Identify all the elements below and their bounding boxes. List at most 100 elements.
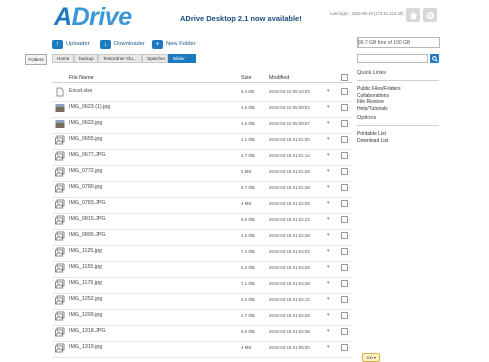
table-header: File Name Size Modified <box>52 72 352 83</box>
file-modified: 2015-03-19 01:04:12 <box>269 297 310 302</box>
sidebar: Quick Links Public Files/Folders Collabo… <box>357 70 439 144</box>
file-name[interactable]: IMG_0623.jpg <box>69 120 102 126</box>
file-name[interactable]: IMG_0772.jpg <box>69 168 102 174</box>
breadcrumb-speicher[interactable]: Speicher <box>142 54 168 63</box>
chevron-down-icon[interactable]: ▾ <box>327 296 330 302</box>
file-size: 6.6 MB <box>241 329 255 334</box>
file-size: 7.4 MB <box>241 249 255 254</box>
file-size: 5.7 MB <box>241 185 255 190</box>
file-name[interactable]: IMG_0677.JPG <box>69 152 106 158</box>
file-name[interactable]: IMG_1175.jpg <box>69 280 102 286</box>
file-name[interactable]: IMG_0890.JPG <box>69 232 106 238</box>
chevron-down-icon[interactable]: ▾ <box>327 264 330 270</box>
chevron-down-icon[interactable]: ▾ <box>327 216 330 222</box>
file-name[interactable]: IMG_1318.JPG <box>69 328 106 334</box>
file-name[interactable]: IMG_0815.JPG <box>69 216 106 222</box>
downloader-label: Downloader <box>114 41 145 47</box>
file-name[interactable]: IMG_1125.jpg <box>69 248 102 254</box>
breadcrumb-testordner[interactable]: Testordner Clo... <box>98 54 142 63</box>
new-folder-button[interactable]: + New Folder <box>152 37 196 51</box>
uploader-button[interactable]: ↑ Uploader <box>52 37 90 51</box>
option-download-list[interactable]: Download List <box>357 138 439 145</box>
row-checkbox[interactable] <box>341 232 348 239</box>
row-checkbox[interactable] <box>341 104 348 111</box>
column-file-name[interactable]: File Name <box>69 75 94 81</box>
page-size-selector[interactable]: 100 ▾ <box>362 353 380 362</box>
search-input[interactable] <box>357 54 428 63</box>
row-checkbox[interactable] <box>341 136 348 143</box>
table-row[interactable]: IMG_1319.jpg 4 MB 2015-03-19 01:05:00 ▾ <box>52 340 352 358</box>
row-checkbox[interactable] <box>341 312 348 319</box>
row-checkbox[interactable] <box>341 264 348 271</box>
file-modified: 2015-03-19 01:02:22 <box>269 217 310 222</box>
file-size: 5 MB <box>241 169 252 174</box>
gear-icon[interactable] <box>423 8 437 22</box>
chevron-down-icon[interactable]: ▾ <box>327 344 330 350</box>
chevron-down-icon[interactable]: ▾ <box>327 104 330 110</box>
row-checkbox[interactable] <box>341 280 348 287</box>
chevron-down-icon[interactable]: ▾ <box>327 312 330 318</box>
file-size: 4.6 MB <box>241 105 255 110</box>
file-name[interactable]: IMG_1252.jpg <box>69 296 102 302</box>
upload-icon: ↑ <box>52 39 63 49</box>
row-checkbox[interactable] <box>341 216 348 223</box>
breadcrumb-bilder[interactable]: Bilder <box>168 54 196 63</box>
breadcrumb-home[interactable]: Home <box>52 54 74 63</box>
chevron-down-icon[interactable]: ▾ <box>327 200 330 206</box>
chevron-down-icon[interactable]: ▾ <box>327 152 330 158</box>
file-name[interactable]: IMG_1299.jpg <box>69 312 102 318</box>
file-modified: 2015-04-10 05:09:57 <box>269 121 310 126</box>
downloader-button[interactable]: ↓ Downloader <box>100 37 145 51</box>
file-modified: 2015-03-19 01:04:38 <box>269 329 310 334</box>
row-checkbox[interactable] <box>341 184 348 191</box>
quick-links-title: Quick Links <box>357 70 439 81</box>
column-size[interactable]: Size <box>241 75 252 81</box>
last-login-text: Last login : 2015-06-10 (172.91.212.30) <box>330 11 404 16</box>
row-checkbox[interactable] <box>341 248 348 255</box>
file-name[interactable]: Excel.xlsx <box>69 88 93 94</box>
file-name[interactable]: IMG_0783.JPG <box>69 200 106 206</box>
download-icon: ↓ <box>100 39 111 49</box>
adrive-logo[interactable]: ADrive <box>54 3 132 32</box>
chevron-down-icon[interactable]: ▾ <box>327 120 330 126</box>
chevron-down-icon[interactable]: ▾ <box>327 184 330 190</box>
chevron-down-icon[interactable]: ▾ <box>327 168 330 174</box>
row-checkbox[interactable] <box>341 344 348 351</box>
search-icon <box>431 55 438 62</box>
row-checkbox[interactable] <box>341 296 348 303</box>
row-checkbox[interactable] <box>341 200 348 207</box>
file-name[interactable]: IMG_1319.jpg <box>69 344 102 350</box>
file-name[interactable]: IMG_1155.jpg <box>69 264 102 270</box>
row-checkbox[interactable] <box>341 88 348 95</box>
chevron-down-icon[interactable]: ▾ <box>327 280 330 286</box>
file-modified: 2015-03-19 01:01:00 <box>269 137 310 142</box>
row-checkbox[interactable] <box>341 168 348 175</box>
search-button[interactable] <box>430 54 439 63</box>
file-size: 6.6 MB <box>241 217 255 222</box>
column-modified[interactable]: Modified <box>269 75 289 81</box>
file-modified: 2015-03-19 01:01:48 <box>269 185 310 190</box>
chevron-down-icon[interactable]: ▾ <box>327 232 330 238</box>
file-modified: 2015-04-10 05:10:03 <box>269 89 310 94</box>
desktop-promo-link[interactable]: ADrive Desktop 2.1 now available! <box>180 14 302 23</box>
chevron-down-icon[interactable]: ▾ <box>327 248 330 254</box>
breadcrumb-backup[interactable]: backup <box>74 54 98 63</box>
file-size: 4.7 MB <box>241 153 255 158</box>
chevron-down-icon[interactable]: ▾ <box>327 88 330 94</box>
file-name[interactable]: IMG_0655.jpg <box>69 136 102 142</box>
file-name[interactable]: IMG_0623 (1).jpg <box>69 104 110 110</box>
select-all-checkbox[interactable] <box>341 74 348 81</box>
top-bar: ADrive ADrive Desktop 2.1 now available!… <box>0 0 489 34</box>
chevron-down-icon[interactable]: ▾ <box>327 328 330 334</box>
folders-button[interactable]: Folders <box>25 54 47 65</box>
chevron-down-icon[interactable]: ▾ <box>327 136 330 142</box>
home-icon[interactable] <box>406 8 420 22</box>
file-name[interactable]: IMG_0780.jpg <box>69 184 102 190</box>
file-size: 4 MB <box>241 345 252 350</box>
row-checkbox[interactable] <box>341 120 348 127</box>
options-title: Options <box>357 115 439 126</box>
row-checkbox[interactable] <box>341 152 348 159</box>
file-modified: 2015-03-19 01:03:28 <box>269 265 310 270</box>
row-checkbox[interactable] <box>341 328 348 335</box>
file-size: 4 MB <box>241 201 252 206</box>
